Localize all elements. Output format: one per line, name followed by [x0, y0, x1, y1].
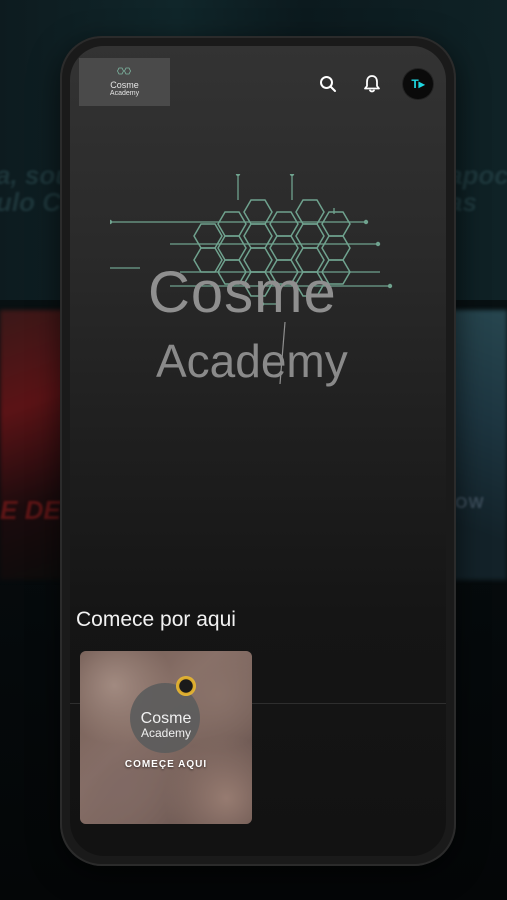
- logo-line1: Cosme: [110, 79, 139, 90]
- notifications-button[interactable]: [360, 72, 384, 96]
- bell-icon: [364, 75, 380, 93]
- circuit-logo-icon: [116, 67, 131, 74]
- badge-icon: [176, 676, 196, 696]
- section-title: Comece por aqui: [76, 608, 236, 631]
- background-text: E DE: [0, 495, 61, 525]
- hero-subtitle: Academy: [156, 335, 348, 387]
- phone-frame: Cosme Academy T▸ Cosme Academy Comece po…: [60, 36, 456, 866]
- card-logo-line2: Academy: [140, 726, 192, 740]
- background-text: ulo C: [0, 187, 61, 217]
- app-screen: Cosme Academy T▸ Cosme Academy Comece po…: [70, 46, 446, 856]
- card-cta: COMEÇE AQUI: [124, 759, 208, 770]
- background-text: OW: [455, 495, 485, 512]
- background-poster-right: [447, 310, 507, 580]
- avatar[interactable]: T▸: [403, 69, 433, 99]
- course-card[interactable]: Cosme Academy COMEÇE AQUI: [80, 651, 252, 824]
- top-bar: Cosme Academy T▸: [70, 46, 446, 112]
- card-logo-line1: Cosme: [140, 710, 192, 727]
- logo-line2: Academy: [109, 89, 140, 97]
- search-icon: [320, 76, 336, 92]
- search-button[interactable]: [316, 72, 340, 96]
- brand-logo[interactable]: Cosme Academy: [79, 58, 170, 106]
- avatar-initials: T▸: [411, 77, 425, 91]
- hero-title: Cosme: [148, 260, 337, 325]
